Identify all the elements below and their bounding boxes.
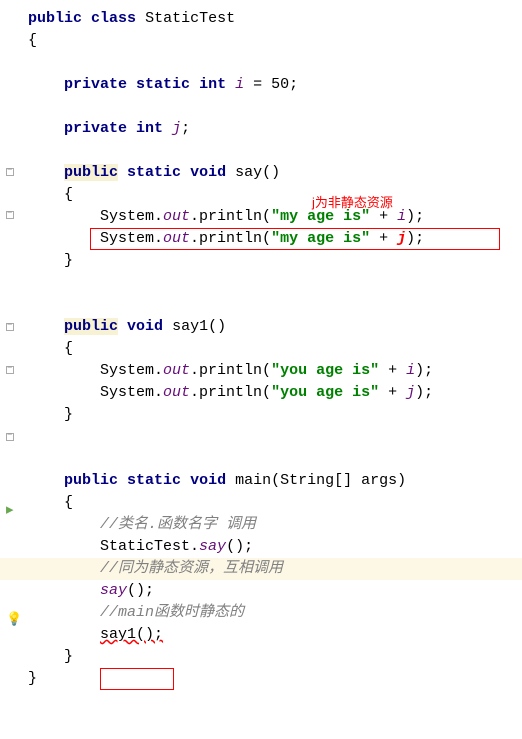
code-line: }: [28, 250, 522, 272]
code-line: {: [28, 30, 522, 52]
code-line: StaticTest.say();: [28, 536, 522, 558]
code-line: [28, 294, 522, 316]
code-line: }: [28, 668, 522, 690]
code-line: private static int i = 50;: [28, 74, 522, 96]
code-line: [28, 448, 522, 470]
code-line: [28, 426, 522, 448]
code-line: {: [28, 338, 522, 360]
code-line: [28, 96, 522, 118]
code-line: }: [28, 646, 522, 668]
code-line: [28, 140, 522, 162]
code-line: public static void main(String[] args): [28, 470, 522, 492]
code-line: private int j;: [28, 118, 522, 140]
code-line: public class StaticTest: [28, 8, 522, 30]
code-line: System.out.println("you age is" + j);: [28, 382, 522, 404]
code-line: System.out.println("my age is" + i);: [28, 206, 522, 228]
code-line: say1();: [28, 624, 522, 646]
code-line: [28, 52, 522, 74]
code-line: public void say1(): [28, 316, 522, 338]
code-line: System.out.println("my age is" + j);: [28, 228, 522, 250]
code-line: //类名.函数名字 调用: [28, 514, 522, 536]
code-line: {: [28, 184, 522, 206]
code-line: say();: [28, 580, 522, 602]
code-line: {: [28, 492, 522, 514]
code-line: public static void say(): [28, 162, 522, 184]
annotation-text: j为非静态资源: [312, 192, 393, 211]
code-line: [28, 272, 522, 294]
code-line: System.out.println("you age is" + i);: [28, 360, 522, 382]
code-line-highlighted: //同为静态资源，互相调用: [0, 558, 522, 580]
code-line: //main函数时静态的: [28, 602, 522, 624]
code-line: }: [28, 404, 522, 426]
code-editor[interactable]: public class StaticTest { private static…: [0, 0, 522, 698]
